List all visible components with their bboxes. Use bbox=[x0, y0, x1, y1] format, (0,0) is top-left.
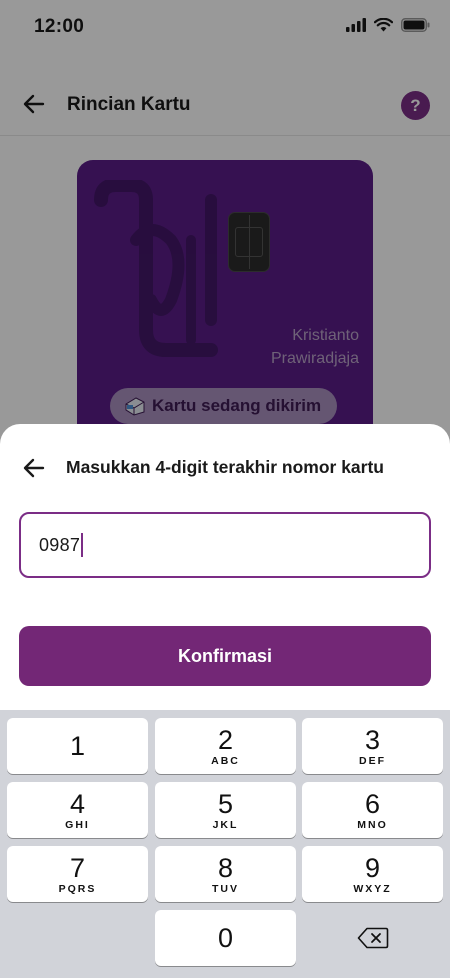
key-0[interactable]: 0 bbox=[155, 910, 296, 966]
key-1[interactable]: 1 bbox=[7, 718, 148, 774]
last-digits-value: 0987 bbox=[39, 534, 81, 555]
key-number: 1 bbox=[69, 731, 86, 761]
key-letters: GHI bbox=[65, 818, 90, 831]
numeric-keypad: 1 2 ABC 3 DEF 4 GHI 5 JKL 6 MNO 7 PQRS 8… bbox=[0, 710, 450, 978]
key-4[interactable]: 4 GHI bbox=[7, 782, 148, 838]
key-number: 5 bbox=[217, 788, 234, 819]
key-6[interactable]: 6 MNO bbox=[302, 782, 443, 838]
key-number: 6 bbox=[364, 788, 381, 819]
key-number: 2 bbox=[217, 724, 234, 755]
key-8[interactable]: 8 TUV bbox=[155, 846, 296, 902]
last-digits-input[interactable]: 0987 bbox=[19, 512, 431, 578]
confirm-button[interactable]: Konfirmasi bbox=[19, 626, 431, 686]
sheet-back-icon[interactable] bbox=[22, 456, 46, 480]
key-letters: PQRS bbox=[58, 882, 97, 895]
key-number: 3 bbox=[364, 724, 381, 755]
key-letters: JKL bbox=[212, 818, 239, 831]
key-letters: MNO bbox=[357, 818, 388, 831]
key-3[interactable]: 3 DEF bbox=[302, 718, 443, 774]
key-number: 0 bbox=[217, 923, 234, 953]
sheet-title: Masukkan 4-digit terakhir nomor kartu bbox=[66, 457, 384, 477]
key-7[interactable]: 7 PQRS bbox=[7, 846, 148, 902]
key-number: 8 bbox=[217, 852, 234, 883]
key-9[interactable]: 9 WXYZ bbox=[302, 846, 443, 902]
text-caret bbox=[81, 533, 84, 557]
key-blank bbox=[7, 910, 148, 966]
key-letters: TUV bbox=[212, 882, 239, 895]
key-letters: WXYZ bbox=[353, 882, 392, 895]
key-5[interactable]: 5 JKL bbox=[155, 782, 296, 838]
delete-key[interactable] bbox=[302, 910, 443, 966]
delete-icon bbox=[357, 927, 388, 949]
key-number: 7 bbox=[69, 852, 86, 883]
key-number: 9 bbox=[364, 852, 381, 883]
key-letters: DEF bbox=[359, 754, 386, 767]
key-2[interactable]: 2 ABC bbox=[155, 718, 296, 774]
key-letters: ABC bbox=[211, 754, 240, 767]
key-number: 4 bbox=[69, 788, 86, 819]
